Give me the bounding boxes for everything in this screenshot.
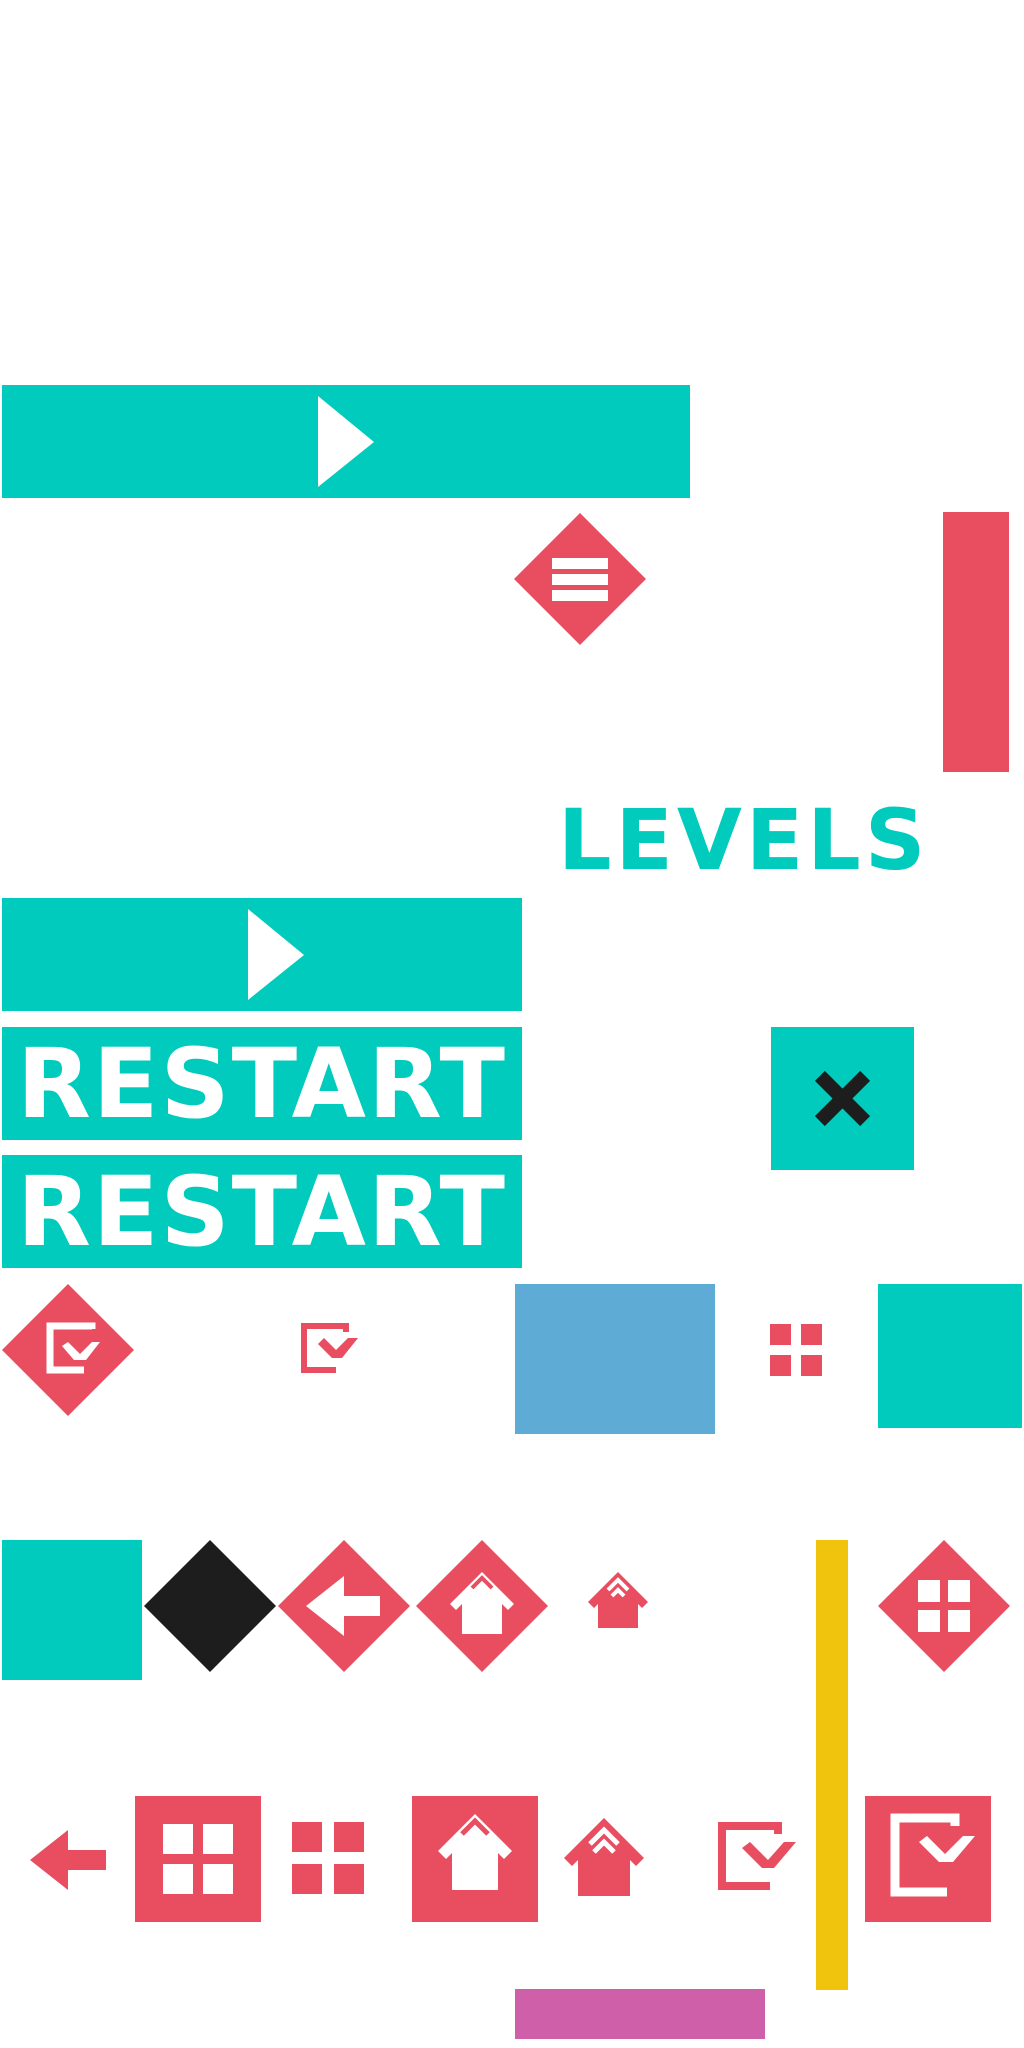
exit-diamond-button[interactable] [2,1284,134,1416]
blue-block [515,1284,715,1434]
menu-diamond-button[interactable] [514,513,646,645]
grid-diamond-button[interactable] [878,1540,1010,1672]
back-diamond-button[interactable] [278,1540,410,1672]
exit-icon [301,1323,358,1373]
pink-bar [515,1989,765,2039]
play-button[interactable] [2,898,522,1011]
yellow-tall-bar [816,1540,848,1990]
red-tall-bar [943,512,1009,772]
teal-square [878,1284,1022,1428]
home-square-button[interactable] [412,1796,538,1922]
home-icon [438,1814,512,1890]
home-icon [588,1572,648,1628]
grid-icon [770,1324,822,1376]
grid-icon [163,1824,233,1894]
menu-icon [552,558,608,601]
grid-icon-small[interactable] [768,1322,824,1378]
restart-button[interactable]: RESTART [2,1027,522,1140]
home-icon-small[interactable] [586,1570,650,1630]
play-icon [318,396,374,487]
close-button[interactable] [771,1027,914,1170]
home-icon-small-2[interactable] [562,1816,646,1898]
exit-icon [718,1822,796,1890]
restart-button-alt[interactable]: RESTART [2,1155,522,1268]
exit-icon-small-2[interactable] [716,1822,798,1892]
levels-title: LEVELS [558,791,930,889]
back-arrow-icon [30,1830,106,1890]
teal-square-2 [2,1540,142,1680]
exit-square-button[interactable] [865,1796,991,1922]
black-diamond [144,1540,276,1672]
grid-icon [292,1822,364,1894]
close-icon [814,1070,871,1127]
exit-icon-small[interactable] [296,1322,362,1376]
exit-icon [890,1813,975,1897]
back-arrow-small[interactable] [30,1830,106,1890]
play-icon [248,909,304,1000]
grid-icon-small-2[interactable] [292,1822,364,1894]
grid-square-button[interactable] [135,1796,261,1922]
home-diamond-button[interactable] [416,1540,548,1672]
play-button-wide[interactable] [2,385,690,498]
home-icon [564,1818,644,1896]
